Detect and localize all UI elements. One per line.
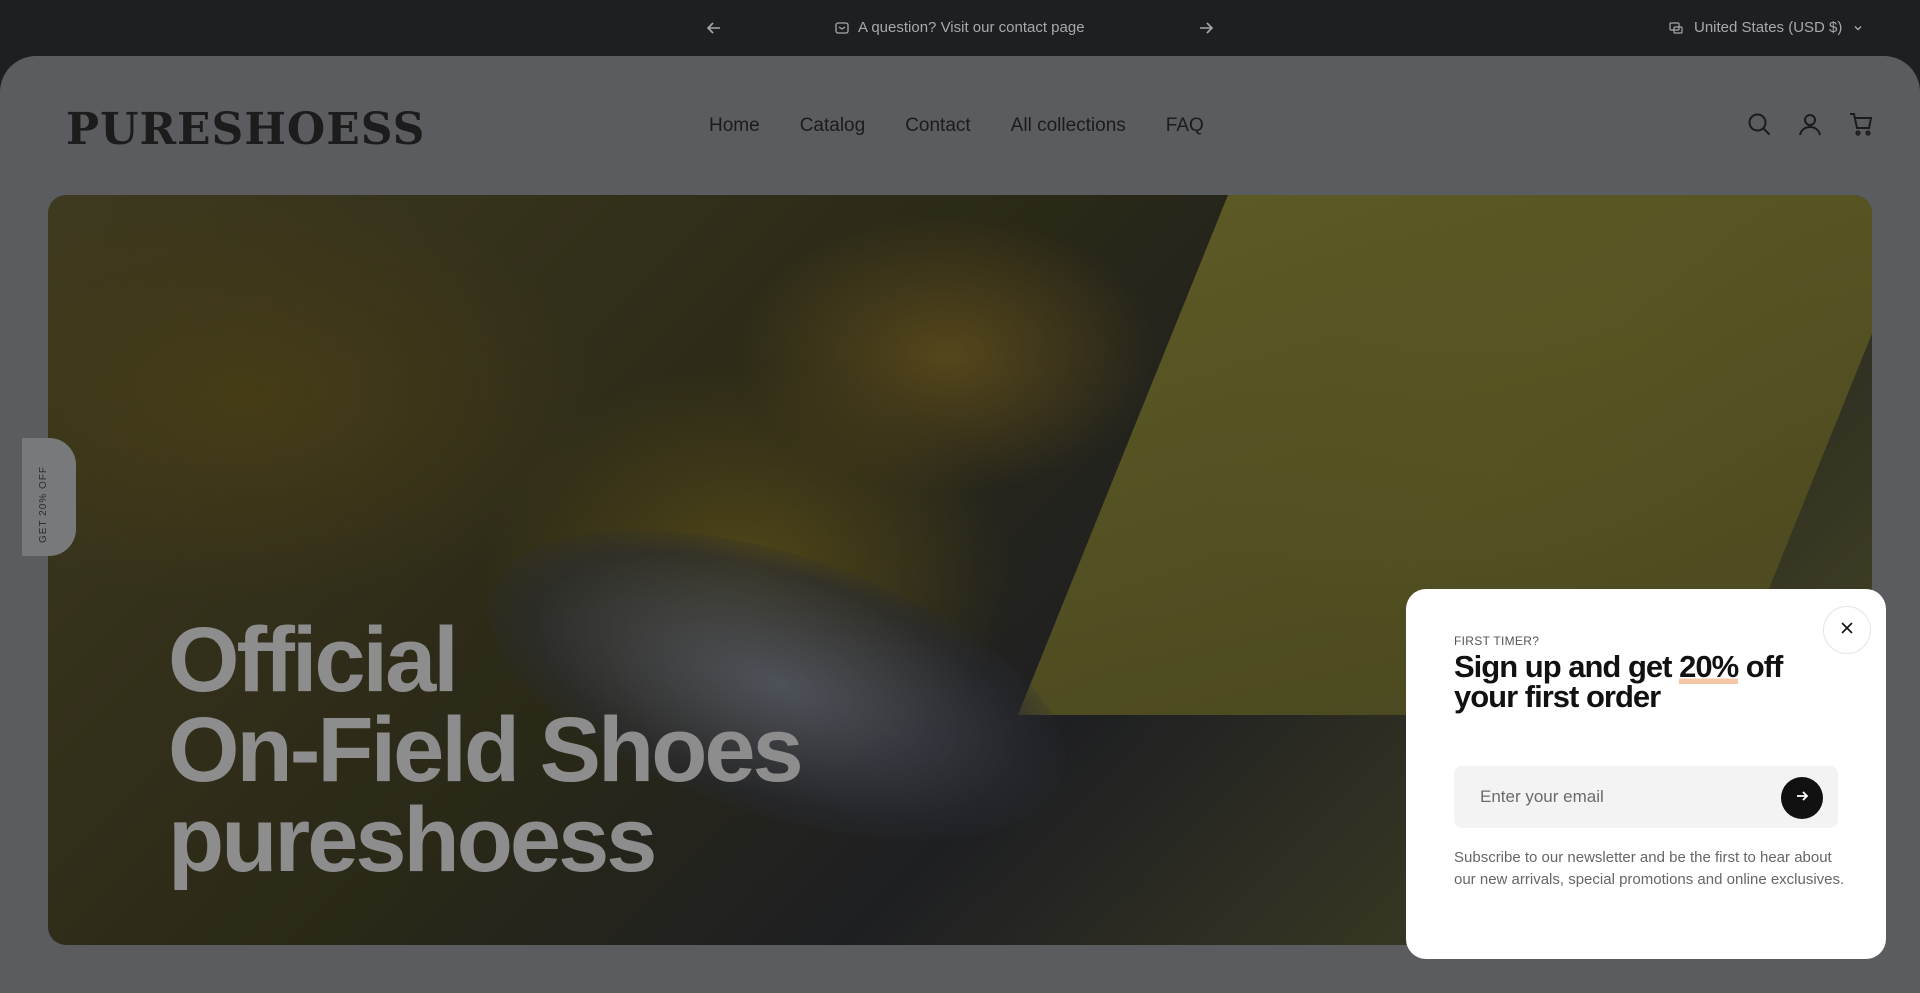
locale-label: United States (USD $) — [1694, 19, 1843, 36]
nav-link-catalog[interactable]: Catalog — [800, 115, 866, 138]
chat-icon — [834, 20, 850, 36]
hero-title-line: On-Field Shoes — [168, 699, 804, 801]
close-icon — [1840, 621, 1854, 640]
hero-title: Official On-Field Shoes pureshoess — [168, 609, 804, 891]
discount-side-tab-label: GET 20% OFF — [38, 466, 49, 543]
discount-side-tab[interactable]: GET 20% OFF — [22, 438, 76, 556]
main-nav: Home Catalog Contact All collections FAQ — [709, 115, 1204, 138]
search-icon[interactable] — [1746, 111, 1772, 137]
popup-eyebrow: FIRST TIMER? — [1454, 634, 1540, 648]
next-announcement-arrow-icon[interactable] — [1195, 17, 1217, 39]
announcement-bar: A question? Visit our contact page Unite… — [0, 0, 1920, 56]
email-input[interactable] — [1454, 766, 1774, 828]
subscribe-button[interactable] — [1781, 777, 1823, 819]
nav-link-home[interactable]: Home — [709, 115, 760, 138]
announcement-text: A question? Visit our contact page — [858, 19, 1085, 36]
header-icons — [1746, 111, 1874, 137]
cart-icon[interactable] — [1848, 111, 1874, 137]
account-icon[interactable] — [1797, 111, 1823, 137]
nav-link-faq[interactable]: FAQ — [1166, 115, 1204, 138]
nav-link-contact[interactable]: Contact — [905, 115, 970, 138]
globe-flag-icon — [1668, 20, 1684, 36]
site-logo[interactable]: PURESHOESS — [66, 108, 425, 152]
close-popup-button[interactable] — [1823, 606, 1871, 654]
previous-announcement-arrow-icon[interactable] — [703, 17, 725, 39]
popup-description: Subscribe to our newsletter and be the f… — [1454, 849, 1845, 888]
announcement-message[interactable]: A question? Visit our contact page — [834, 19, 1085, 36]
popup-headline: Sign up and get 20% off your first order — [1454, 649, 1834, 712]
hero-title-line: pureshoess — [168, 789, 657, 891]
site-header: PURESHOESS Home Catalog Contact All coll… — [0, 56, 1920, 195]
locale-selector[interactable]: United States (USD $) — [1668, 19, 1864, 36]
arrow-right-icon — [1794, 788, 1810, 809]
chevron-down-icon — [1852, 22, 1864, 34]
nav-link-all-collections[interactable]: All collections — [1011, 115, 1126, 138]
newsletter-popup: FIRST TIMER? Sign up and get 20% off you… — [1406, 589, 1886, 959]
email-field — [1454, 766, 1838, 828]
popup-headline-highlight: 20% — [1679, 649, 1739, 684]
hero-title-line: Official — [168, 609, 459, 711]
